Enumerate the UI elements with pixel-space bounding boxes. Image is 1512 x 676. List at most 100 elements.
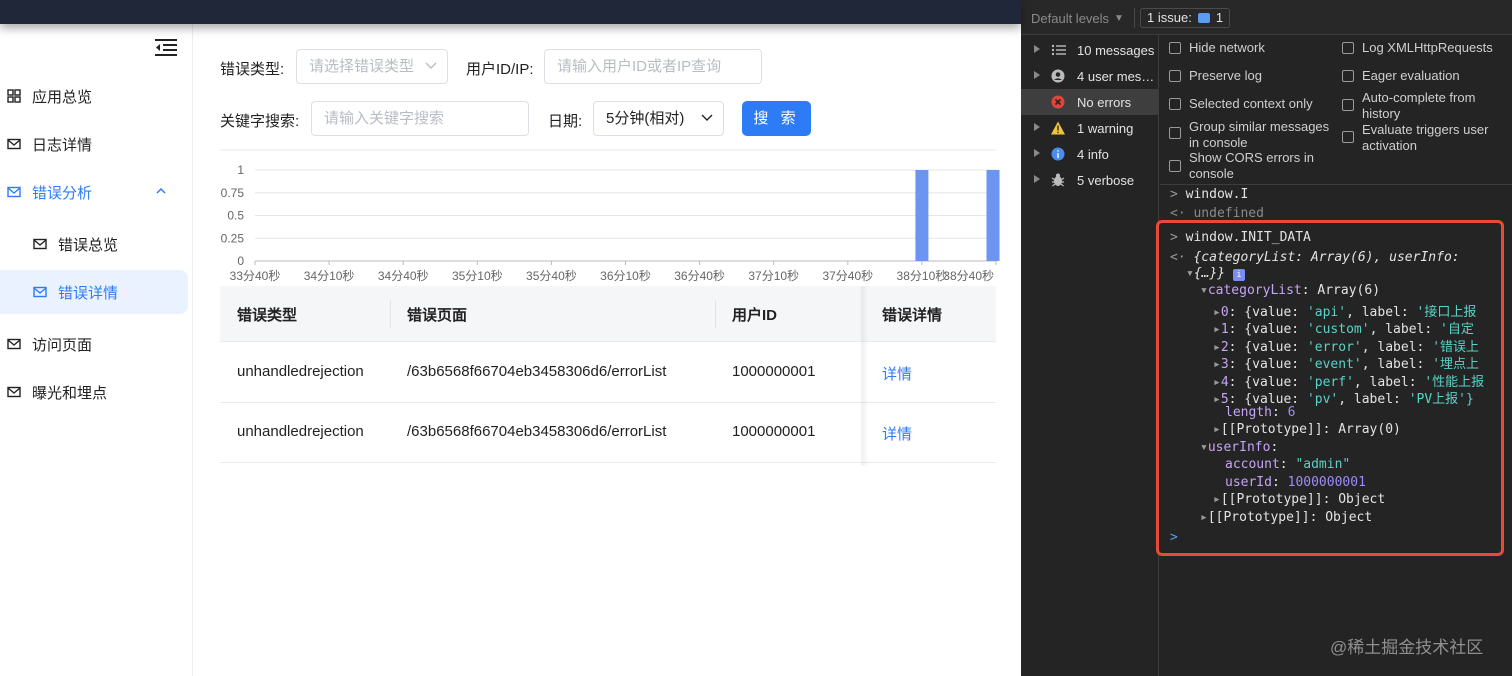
x-tick-label: 34分10秒 bbox=[304, 269, 355, 283]
issues-button[interactable]: 1 issue: 1 bbox=[1140, 8, 1231, 28]
sidebar-item-label: 错误详情 bbox=[58, 285, 119, 302]
detail-link[interactable]: 详情 bbox=[882, 363, 912, 384]
eager-evaluation-checkbox[interactable] bbox=[1342, 70, 1354, 82]
option-label: Selected context only bbox=[1189, 96, 1313, 111]
chart-bar[interactable] bbox=[915, 170, 929, 261]
sidebar-item-label: 应用总览 bbox=[32, 89, 93, 106]
console-input-line: > window.I bbox=[1170, 187, 1248, 202]
sidebar-item-visit-pages[interactable]: 访问页面 bbox=[0, 322, 188, 366]
category-item-4[interactable]: ▸4: {value: 'perf', label: '性能上报 bbox=[1213, 371, 1484, 390]
error-type-label: 错误类型: bbox=[220, 61, 285, 78]
category-item-0[interactable]: ▸0: {value: 'api', label: '接口上报 bbox=[1213, 301, 1476, 320]
sidebar-item-label: 错误总览 bbox=[58, 237, 119, 254]
console-settings: Hide network Preserve log Selected conte… bbox=[1160, 35, 1512, 185]
sidebar-item-log-detail[interactable]: 日志详情 bbox=[0, 122, 188, 166]
prompt-chevron-icon: > bbox=[1170, 187, 1178, 202]
expand-triangle-icon[interactable] bbox=[1034, 45, 1040, 53]
tree-categoryList[interactable]: ▾categoryList: Array(6) bbox=[1200, 283, 1380, 298]
option-label: Hide network bbox=[1189, 40, 1265, 55]
expand-triangle-icon[interactable]: ▸ bbox=[1200, 510, 1208, 525]
date-value: 5分钟(相对) bbox=[606, 110, 685, 127]
selected-context-checkbox[interactable] bbox=[1169, 98, 1181, 110]
list-icon bbox=[1051, 44, 1066, 56]
expand-triangle-icon[interactable]: ▾ bbox=[1200, 440, 1208, 455]
category-item-1[interactable]: ▸1: {value: 'custom', label: '自定 bbox=[1213, 318, 1474, 337]
sidebar-messages[interactable]: 10 messages bbox=[1021, 37, 1159, 63]
expand-triangle-icon[interactable] bbox=[1034, 123, 1040, 131]
sidebar-item-error-overview[interactable]: 错误总览 bbox=[0, 222, 188, 266]
preserve-log-checkbox[interactable] bbox=[1169, 70, 1181, 82]
category-item-2[interactable]: ▸2: {value: 'error', label: '错误上 bbox=[1213, 336, 1479, 355]
column-header-error-type: 错误类型 bbox=[237, 307, 298, 324]
log-xhr-checkbox[interactable] bbox=[1342, 42, 1354, 54]
error-type-select[interactable]: 请选择错误类型 bbox=[296, 49, 448, 84]
group-similar-checkbox[interactable] bbox=[1169, 127, 1181, 139]
user-id-placeholder: 请输入用户ID或者IP查询 bbox=[557, 58, 722, 75]
hide-network-checkbox[interactable] bbox=[1169, 42, 1181, 54]
cors-errors-checkbox[interactable] bbox=[1169, 160, 1181, 172]
x-tick-label: 37分40秒 bbox=[822, 269, 873, 283]
table-row: unhandledrejection /63b6568f66704eb34583… bbox=[220, 403, 996, 463]
sidebar-label: 5 verbose bbox=[1077, 173, 1135, 188]
prop-key: account bbox=[1225, 457, 1280, 472]
keyword-placeholder: 请输入关键字搜索 bbox=[324, 110, 445, 127]
date-label: 日期: bbox=[548, 113, 583, 130]
sidebar-label: 10 messages bbox=[1077, 43, 1155, 58]
object-summary-cont: ▾{…}} i bbox=[1186, 266, 1245, 281]
bug-icon bbox=[1051, 173, 1065, 187]
detail-link[interactable]: 详情 bbox=[882, 423, 912, 444]
expand-triangle-icon[interactable] bbox=[1034, 175, 1040, 183]
cell-error-page: /63b6568f66704eb3458306d6/errorList bbox=[407, 423, 667, 440]
tree-length: length: 6 bbox=[1225, 405, 1296, 420]
mail-icon bbox=[7, 186, 21, 198]
tree-prototype-array[interactable]: ▸[[Prototype]]: Array(0) bbox=[1213, 422, 1401, 437]
prop-value: 1000000001 bbox=[1287, 475, 1366, 490]
x-tick-label: 36分10秒 bbox=[600, 269, 651, 283]
expand-triangle-icon[interactable]: ▾ bbox=[1200, 283, 1208, 298]
tree-prototype-object[interactable]: ▸[[Prototype]]: Object bbox=[1213, 492, 1385, 507]
date-select[interactable]: 5分钟(相对) bbox=[593, 101, 724, 136]
expand-triangle-icon[interactable]: ▸ bbox=[1213, 392, 1221, 407]
sidebar-item-exposure-tracking[interactable]: 曝光和埋点 bbox=[0, 370, 188, 414]
chevron-down-icon bbox=[425, 62, 437, 69]
log-levels-dropdown[interactable]: Default levels bbox=[1031, 11, 1109, 26]
x-tick-label: 37分10秒 bbox=[748, 269, 799, 283]
sidebar-item-error-detail[interactable]: 错误详情 bbox=[0, 270, 188, 314]
tree-prototype-object-root[interactable]: ▸[[Prototype]]: Object bbox=[1200, 510, 1372, 525]
error-bar-chart: 0 0.25 0.5 0.75 1 33分40秒 34分10秒 34分40秒 35分10秒 35分… bbox=[220, 149, 1000, 283]
keyword-input[interactable]: 请输入关键字搜索 bbox=[311, 101, 529, 136]
sidebar-item-error-analysis[interactable]: 错误分析 bbox=[0, 170, 188, 214]
sidebar-item-app-overview[interactable]: 应用总览 bbox=[0, 74, 188, 118]
sidebar-verbose[interactable]: 5 verbose bbox=[1021, 167, 1159, 193]
console-prompt-input[interactable]: > bbox=[1170, 530, 1178, 545]
console-command: window.INIT_DATA bbox=[1185, 230, 1311, 245]
tree-userInfo[interactable]: ▾userInfo: bbox=[1200, 440, 1278, 455]
sidebar-info[interactable]: 4 info bbox=[1021, 141, 1159, 167]
expand-triangle-icon[interactable]: ▾ bbox=[1186, 266, 1194, 281]
evaluate-triggers-checkbox[interactable] bbox=[1342, 131, 1354, 143]
info-badge-icon: i bbox=[1232, 269, 1245, 281]
mail-icon bbox=[33, 238, 47, 250]
issue-message-icon bbox=[1197, 13, 1210, 23]
y-tick-label: 0.75 bbox=[221, 186, 245, 200]
table-row: unhandledrejection /63b6568f66704eb34583… bbox=[220, 343, 996, 403]
sidebar-warnings[interactable]: 1 warning bbox=[1021, 115, 1159, 141]
chevron-up-icon[interactable] bbox=[156, 187, 166, 195]
item-value: 'pv' bbox=[1306, 392, 1339, 407]
autocomplete-history-checkbox[interactable] bbox=[1342, 99, 1354, 111]
search-button[interactable]: 搜 索 bbox=[742, 101, 811, 136]
sidebar-user-messages[interactable]: 4 user mes… bbox=[1021, 63, 1159, 89]
expand-triangle-icon[interactable] bbox=[1034, 149, 1040, 157]
top-header-bar bbox=[0, 0, 1021, 24]
expand-triangle-icon[interactable]: ▸ bbox=[1213, 492, 1221, 507]
category-item-3[interactable]: ▸3: {value: 'event', label: '埋点上 bbox=[1213, 353, 1479, 372]
expand-triangle-icon[interactable] bbox=[1034, 71, 1040, 79]
user-id-input[interactable]: 请输入用户ID或者IP查询 bbox=[544, 49, 762, 84]
sidebar-errors[interactable]: No errors bbox=[1021, 89, 1159, 115]
menu-fold-icon[interactable] bbox=[155, 39, 177, 56]
sidebar-item-label: 错误分析 bbox=[32, 185, 93, 202]
y-tick-label: 0.5 bbox=[227, 209, 244, 223]
object-summary[interactable]: <· {categoryList: Array(6), userInfo: bbox=[1170, 250, 1460, 265]
expand-triangle-icon[interactable]: ▸ bbox=[1213, 422, 1221, 437]
chart-bar[interactable] bbox=[986, 170, 1000, 261]
